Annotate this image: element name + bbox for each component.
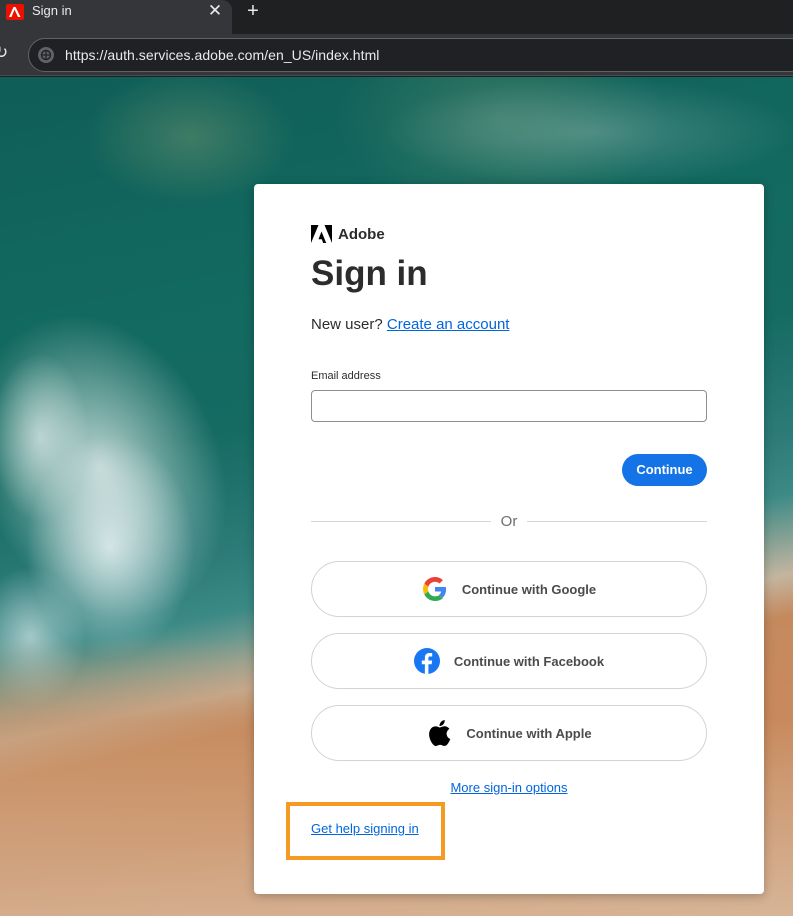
tab-sign-in[interactable]: Sign in ✕ <box>0 0 232 34</box>
continue-with-facebook-button[interactable]: Continue with Facebook <box>311 633 707 689</box>
url-text: https://auth.services.adobe.com/en_US/in… <box>65 47 380 63</box>
facebook-icon <box>413 648 440 674</box>
create-account-link[interactable]: Create an account <box>387 316 510 333</box>
new-user-text: New user? <box>311 316 383 333</box>
facebook-button-label: Continue with Facebook <box>453 653 605 669</box>
browser-toolbar: ↻ https://auth.services.adobe.com/en_US/… <box>0 34 793 76</box>
email-label: Email address <box>311 370 381 382</box>
tab-strip: Sign in ✕ + <box>0 0 793 34</box>
divider <box>311 521 491 522</box>
new-tab-icon[interactable]: + <box>243 0 263 22</box>
google-icon <box>422 576 448 602</box>
continue-button[interactable]: Continue <box>622 454 707 486</box>
close-tab-icon[interactable]: ✕ <box>205 1 225 21</box>
new-user-row: New user? Create an account <box>311 316 509 333</box>
google-button-label: Continue with Google <box>461 581 597 597</box>
apple-icon <box>426 720 452 746</box>
address-bar[interactable]: https://auth.services.adobe.com/en_US/in… <box>28 38 793 72</box>
reload-icon[interactable]: ↻ <box>0 43 12 63</box>
background-foam <box>380 77 793 187</box>
or-separator: Or <box>500 513 518 530</box>
divider <box>527 521 707 522</box>
brand-name: Adobe <box>338 226 385 243</box>
continue-with-google-button[interactable]: Continue with Google <box>311 561 707 617</box>
background-foam <box>0 271 277 663</box>
page-title: Sign in <box>311 254 428 293</box>
site-info-icon[interactable] <box>37 46 55 64</box>
continue-with-apple-button[interactable]: Continue with Apple <box>311 705 707 761</box>
email-field[interactable] <box>311 390 707 422</box>
apple-button-label: Continue with Apple <box>466 725 592 741</box>
highlight-box <box>286 802 445 860</box>
adobe-favicon-icon <box>6 4 24 20</box>
adobe-logo-icon <box>311 225 332 243</box>
sign-in-card: Adobe Sign in New user? Create an accoun… <box>254 184 764 894</box>
more-sign-in-options-link[interactable]: More sign-in options <box>311 780 707 795</box>
tab-title: Sign in <box>32 3 72 18</box>
